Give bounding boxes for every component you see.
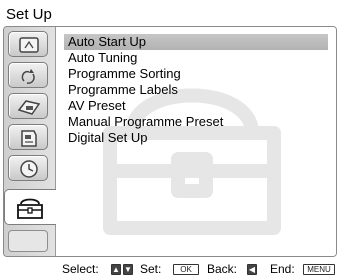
tab-sound[interactable] — [8, 62, 48, 88]
screen-control-icon — [17, 100, 41, 115]
menu-content: Auto Start Up Auto Tuning Programme Sort… — [56, 27, 336, 256]
timer-icon — [20, 160, 38, 178]
footer-select-label: Select: — [62, 262, 99, 276]
sidebar — [4, 27, 56, 256]
sound-adjustment-icon — [21, 69, 35, 84]
left-arrow-key-icon: ◀ — [247, 264, 257, 275]
footer-end-label: End: — [270, 262, 295, 276]
menu-item-programme-sorting[interactable]: Programme Sorting — [64, 66, 328, 82]
tab-empty-slot — [8, 230, 48, 252]
menu-item-manual-programme-preset[interactable]: Manual Programme Preset — [64, 114, 328, 130]
footer-set-label: Set: — [140, 262, 162, 276]
menu-item-digital-set-up[interactable]: Digital Set Up — [64, 130, 328, 146]
menu-item-auto-tuning[interactable]: Auto Tuning — [64, 50, 328, 66]
menu-panel: Auto Start Up Auto Tuning Programme Sort… — [3, 26, 337, 257]
page-title: Set Up — [6, 6, 52, 23]
footer-back-label: Back: — [207, 262, 238, 276]
tab-set-up[interactable] — [4, 189, 56, 225]
tab-timer[interactable] — [8, 155, 48, 181]
menu-key-icon: MENU — [303, 264, 335, 275]
menu-item-av-preset[interactable]: AV Preset — [64, 98, 328, 114]
menu-item-auto-start-up[interactable]: Auto Start Up — [64, 34, 328, 50]
up-arrow-key-icon: ▲ — [111, 264, 121, 275]
tab-screen[interactable] — [8, 93, 48, 119]
tab-features[interactable] — [8, 124, 48, 150]
down-arrow-key-icon: ▼ — [123, 264, 133, 275]
set-up-toolbox-icon — [17, 198, 43, 219]
footer-help-bar: Select: ▲ ▼ Set: OK Back: ◀ End: MENU — [0, 259, 341, 279]
tab-picture[interactable] — [8, 31, 48, 57]
picture-adjustment-icon — [19, 37, 39, 53]
menu-item-programme-labels[interactable]: Programme Labels — [64, 82, 328, 98]
features-icon — [21, 130, 37, 147]
set-up-menu-list: Auto Start Up Auto Tuning Programme Sort… — [64, 34, 328, 146]
ok-key-icon: OK — [173, 264, 199, 275]
